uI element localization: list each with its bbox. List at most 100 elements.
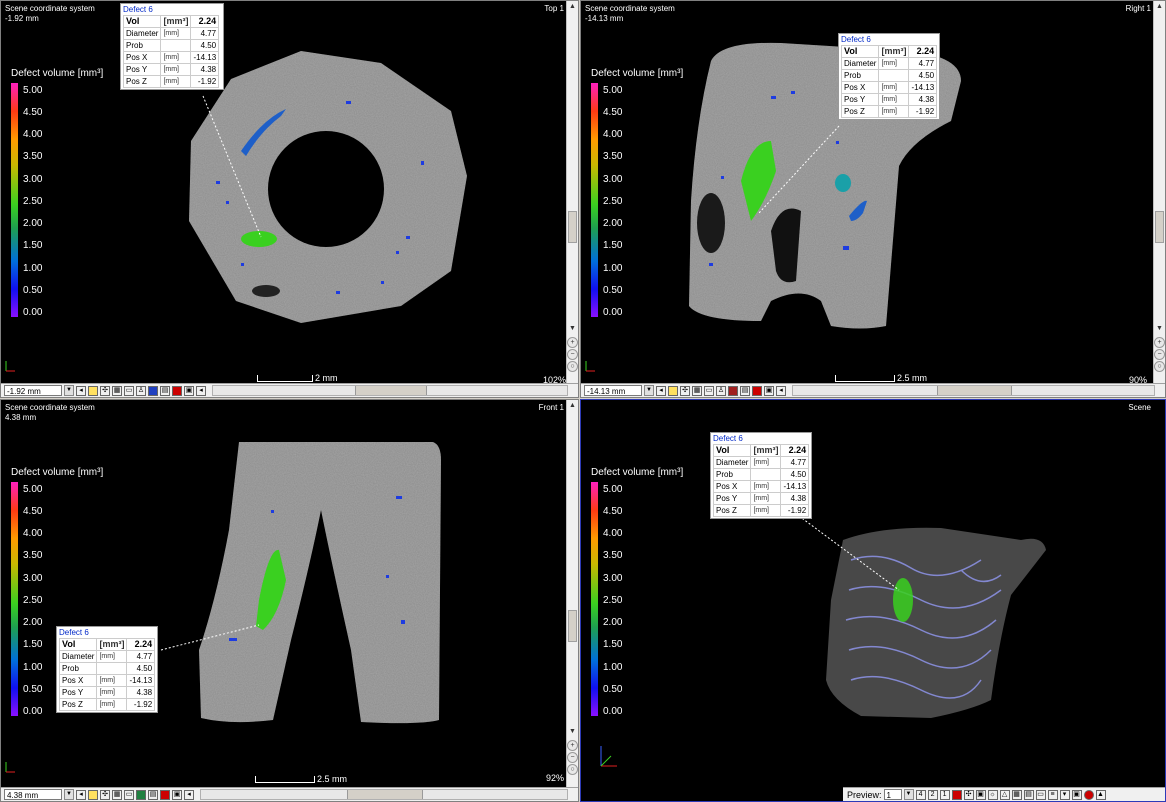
slice-dropdown-icon[interactable]: ▼ [64,385,74,396]
triangle-icon[interactable]: △ [999,789,1010,800]
image-icon[interactable]: ▣ [184,385,194,396]
color-icon[interactable] [148,385,158,396]
view-right[interactable]: Scene coordinate system -14.13 mm Right … [580,0,1166,398]
arrow-back-icon[interactable]: ◂ [776,385,786,396]
crosshair-icon[interactable]: ✣ [963,789,974,800]
preview-dropdown-icon[interactable]: ▼ [903,789,914,800]
scroll-down-icon[interactable]: ▼ [1154,323,1165,334]
light-icon[interactable]: ☼ [987,789,998,800]
vertical-scrollbar[interactable]: ▲ ▼ [566,1,578,383]
zoom-in-icon[interactable]: + [567,337,578,348]
zoom-in-icon[interactable]: + [1154,337,1165,348]
layout-icon[interactable]: ▦ [112,789,122,800]
defect-info-box: Defect 6 Vol [mm³] 2.24 Diameter [mm] 4.77 P… [710,432,812,519]
slice-position-input[interactable]: -1.92 mm [4,385,62,396]
axis-triad-icon [585,361,595,372]
defect-info-table: Vol [mm³] 2.24 Diameter [mm] 4.77 Prob 4.50 P… [122,15,220,88]
defect-info-box: Defect 6 Vol [mm³] 2.24 Diameter [mm] 4.77 P… [838,33,940,120]
image-icon[interactable]: ▣ [764,385,774,396]
image-icon[interactable]: ▣ [1071,789,1082,800]
horizontal-scrollbar[interactable] [212,385,568,396]
monitor-icon[interactable]: ▭ [1035,789,1046,800]
zoom-2x-icon[interactable]: 2 [927,789,938,800]
scale-bar [257,375,313,382]
crosshair-icon[interactable]: ✣ [680,385,690,396]
record-icon[interactable] [951,789,962,800]
preview-input[interactable]: 1 [883,789,902,800]
expand-icon[interactable]: ▲ [1095,789,1106,800]
stop-icon[interactable] [172,385,182,396]
vertical-scrollbar[interactable]: ▲ ▼ [566,400,578,787]
monitor-icon[interactable]: ▭ [704,385,714,396]
monitor-icon[interactable]: ▭ [124,385,134,396]
grid-icon[interactable]: ▤ [740,385,750,396]
camera-icon[interactable]: ▣ [975,789,986,800]
defect-info-table: Vol [mm³] 2.24 Diameter [mm] 4.77 Prob 4.50 P… [712,444,810,517]
defect-info-title: Defect 6 [841,35,871,44]
dropdown-icon[interactable]: ▾ [1059,789,1070,800]
arrow-back-icon[interactable]: ◂ [196,385,206,396]
zoom-out-icon[interactable]: − [1154,349,1165,360]
slice-position-input[interactable]: 4.38 mm [4,789,62,800]
zoom-out-icon[interactable]: − [567,349,578,360]
ct-slice-image [160,442,441,724]
vertical-scrollbar[interactable]: ▲ ▼ [1153,1,1165,383]
defect-info-table: Vol [mm³] 2.24 Diameter [mm] 4.77 Prob 4.50 P… [840,45,938,118]
colorbar-gradient [11,83,18,317]
scroll-down-icon[interactable]: ▼ [567,726,578,737]
grid-icon[interactable]: ▤ [148,789,158,800]
light-icon[interactable] [88,789,98,800]
zoom-fit-icon[interactable]: ○ [567,764,578,775]
zoom-4x-icon[interactable]: 4 [915,789,926,800]
slice-toolbar: -1.92 mm ▼ ◂ ✣ ▦ ▭ ♙ ▤ ▣ ◂ [1,383,578,397]
scroll-thumb[interactable] [568,211,577,243]
zoom-fit-icon[interactable]: ○ [1154,361,1165,372]
slice-position-input[interactable]: -14.13 mm [584,385,642,396]
scroll-up-icon[interactable]: ▲ [567,400,578,411]
zoom-1x-icon[interactable]: 1 [939,789,950,800]
zoom-fit-icon[interactable]: ○ [567,361,578,372]
stop-icon[interactable] [752,385,762,396]
view-front[interactable]: Scene coordinate system 4.38 mm Front 1 … [0,399,579,802]
light-icon[interactable] [668,385,678,396]
layers-icon[interactable]: ≡ [1047,789,1058,800]
monitor-icon[interactable]: ▭ [124,789,134,800]
slice-dropdown-icon[interactable]: ▼ [64,789,74,800]
arrow-left-icon[interactable]: ◂ [656,385,666,396]
crosshair-icon[interactable]: ✣ [100,385,110,396]
grid-icon[interactable]: ▦ [1011,789,1022,800]
no-entry-icon[interactable] [1083,789,1094,800]
horizontal-scrollbar[interactable] [792,385,1155,396]
defect-info-box: Defect 6 Vol [mm³] 2.24 Diameter [mm] 4.77 P… [120,3,224,90]
layout-icon[interactable]: ▦ [692,385,702,396]
slice-dropdown-icon[interactable]: ▼ [644,385,654,396]
zoom-in-icon[interactable]: + [567,740,578,751]
preview-label: Preview: [847,789,882,800]
3d-render-image [798,515,1046,718]
arrow-left-icon[interactable]: ◂ [76,385,86,396]
view-scene[interactable]: Scene Defect volume [mm³] 5.00 4.50 4.00… [580,399,1166,802]
arrow-back-icon[interactable]: ◂ [184,789,194,800]
table-icon[interactable]: ▤ [1023,789,1034,800]
zoom-out-icon[interactable]: − [567,752,578,763]
color-icon[interactable] [728,385,738,396]
grid-icon[interactable]: ▤ [160,385,170,396]
scroll-up-icon[interactable]: ▲ [567,1,578,12]
light-icon[interactable] [88,385,98,396]
crosshair-icon[interactable]: ✣ [100,789,110,800]
color-icon[interactable] [136,789,146,800]
scale-label: 2 mm [315,373,338,383]
image-icon[interactable]: ▣ [172,789,182,800]
view-top[interactable]: Scene coordinate system -1.92 mm Top 1 D… [0,0,579,398]
scroll-down-icon[interactable]: ▼ [567,323,578,334]
horizontal-scrollbar[interactable] [200,789,568,800]
layout-icon[interactable]: ▦ [112,385,122,396]
scroll-thumb[interactable] [1155,211,1164,243]
scroll-up-icon[interactable]: ▲ [1154,1,1165,12]
person-icon[interactable]: ♙ [136,385,146,396]
arrow-left-icon[interactable]: ◂ [76,789,86,800]
stop-icon[interactable] [160,789,170,800]
slice-toolbar: -14.13 mm ▼ ◂ ✣ ▦ ▭ ♙ ▤ ▣ ◂ [581,383,1165,397]
scroll-thumb[interactable] [568,610,577,642]
person-icon[interactable]: ♙ [716,385,726,396]
